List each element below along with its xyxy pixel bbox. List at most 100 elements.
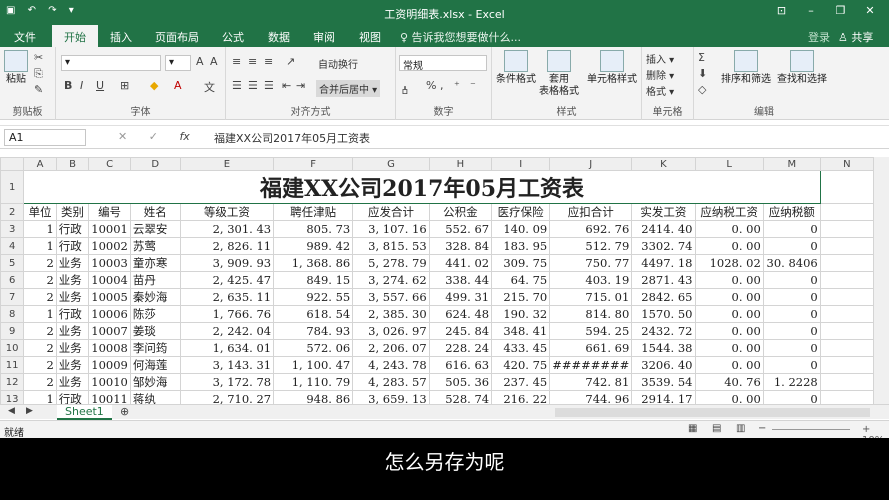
data-cell[interactable]: 922. 55 xyxy=(273,288,354,306)
middle-align-icon[interactable]: ≡ xyxy=(248,55,257,68)
column-header[interactable]: M xyxy=(762,157,821,171)
data-cell[interactable]: 0 xyxy=(762,339,821,357)
empty-cell[interactable] xyxy=(819,322,874,340)
header-cell[interactable]: 应发合计 xyxy=(352,203,430,221)
data-cell[interactable]: 0 xyxy=(762,288,821,306)
cell-styles-button[interactable]: 单元格样式 xyxy=(584,50,640,86)
data-cell[interactable]: 0. 00 xyxy=(694,220,764,238)
column-header[interactable]: L xyxy=(694,157,764,171)
data-cell[interactable]: 2 xyxy=(23,271,57,289)
data-cell[interactable]: 692. 76 xyxy=(549,220,633,238)
empty-cell[interactable] xyxy=(819,373,874,391)
data-cell[interactable]: 行政 xyxy=(55,220,90,238)
data-cell[interactable]: 1 xyxy=(23,220,57,238)
align-center-icon[interactable]: ☰ xyxy=(248,79,258,92)
data-cell[interactable]: 3302. 74 xyxy=(631,237,696,255)
empty-cell[interactable] xyxy=(819,237,874,255)
column-header[interactable]: I xyxy=(491,157,551,171)
data-cell[interactable]: 572. 06 xyxy=(273,339,354,357)
data-cell[interactable]: 5, 278. 79 xyxy=(352,254,430,272)
orientation-icon[interactable]: ↗ xyxy=(286,55,295,68)
fill-color-icon[interactable]: ◆ xyxy=(150,79,158,92)
vertical-scrollbar[interactable] xyxy=(874,157,889,404)
data-cell[interactable]: 1, 100. 47 xyxy=(273,356,354,374)
decrease-decimal-icon[interactable]: ⁻ xyxy=(470,79,476,92)
data-cell[interactable]: 2871. 43 xyxy=(631,271,696,289)
close-icon[interactable]: ✕ xyxy=(857,4,883,17)
column-header[interactable]: N xyxy=(819,157,874,171)
data-cell[interactable]: 苏莺 xyxy=(129,237,181,255)
data-cell[interactable]: 30. 8406 xyxy=(762,254,821,272)
data-cell[interactable]: 505. 36 xyxy=(428,373,493,391)
data-cell[interactable]: 3, 107. 16 xyxy=(352,220,430,238)
data-cell[interactable]: 10002 xyxy=(88,237,131,255)
data-cell[interactable]: 10011 xyxy=(88,390,131,404)
data-cell[interactable]: 948. 86 xyxy=(273,390,354,404)
clear-icon[interactable]: ◇ xyxy=(698,83,706,96)
data-cell[interactable]: 2842. 65 xyxy=(631,288,696,306)
row-header[interactable]: 3 xyxy=(0,220,25,238)
data-cell[interactable]: 10008 xyxy=(88,339,131,357)
data-cell[interactable]: 3, 274. 62 xyxy=(352,271,430,289)
data-cell[interactable]: 2, 710. 27 xyxy=(179,390,275,404)
data-cell[interactable]: 989. 42 xyxy=(273,237,354,255)
data-cell[interactable]: 618. 54 xyxy=(273,305,354,323)
data-cell[interactable]: 0 xyxy=(762,237,821,255)
autosum-icon[interactable]: Σ xyxy=(698,51,705,64)
tab-home[interactable]: 开始 xyxy=(52,25,98,47)
data-cell[interactable]: 4497. 18 xyxy=(631,254,696,272)
data-cell[interactable]: 业务 xyxy=(55,271,90,289)
horizontal-scrollbar[interactable] xyxy=(555,408,870,417)
data-cell[interactable]: 0 xyxy=(762,390,821,404)
cut-icon[interactable]: ✂ xyxy=(34,51,43,64)
column-header[interactable]: G xyxy=(352,157,430,171)
data-cell[interactable]: 10005 xyxy=(88,288,131,306)
data-cell[interactable]: 业务 xyxy=(55,288,90,306)
data-cell[interactable]: 4, 243. 78 xyxy=(352,356,430,374)
data-cell[interactable]: 2432. 72 xyxy=(631,322,696,340)
data-cell[interactable]: 216. 22 xyxy=(491,390,551,404)
data-cell[interactable]: 0 xyxy=(762,356,821,374)
header-cell[interactable]: 医疗保险 xyxy=(491,203,551,221)
data-cell[interactable]: 业务 xyxy=(55,356,90,374)
data-cell[interactable]: 805. 73 xyxy=(273,220,354,238)
data-cell[interactable]: 1544. 38 xyxy=(631,339,696,357)
empty-cell[interactable] xyxy=(819,203,874,221)
data-cell[interactable]: 237. 45 xyxy=(491,373,551,391)
column-header[interactable]: K xyxy=(631,157,696,171)
zoom-out-icon[interactable]: − xyxy=(758,423,766,434)
data-cell[interactable]: 0 xyxy=(762,220,821,238)
sort-filter-button[interactable]: 排序和筛选 xyxy=(718,50,774,86)
worksheet-grid[interactable]: A B C D E F G H I J K L M N 1 福建XX公司2017… xyxy=(0,157,874,404)
header-cell[interactable]: 应纳税额 xyxy=(762,203,821,221)
data-cell[interactable]: 业务 xyxy=(55,254,90,272)
data-cell[interactable]: 2, 635. 11 xyxy=(179,288,275,306)
phonetic-icon[interactable]: 文 xyxy=(204,79,215,95)
header-cell[interactable]: 聘任津贴 xyxy=(273,203,354,221)
data-cell[interactable]: 64. 75 xyxy=(491,271,551,289)
tab-review[interactable]: 审阅 xyxy=(313,29,335,45)
page-break-view-icon[interactable]: ▥ xyxy=(736,423,745,434)
data-cell[interactable]: 1028. 02 xyxy=(694,254,764,272)
data-cell[interactable]: 420. 75 xyxy=(491,356,551,374)
conditional-formatting-button[interactable]: 条件格式 xyxy=(494,50,538,86)
tell-me-search[interactable]: ♀ 告诉我您想要做什么... xyxy=(400,29,521,45)
data-cell[interactable]: 10004 xyxy=(88,271,131,289)
header-cell[interactable]: 姓名 xyxy=(129,203,181,221)
tab-page-layout[interactable]: 页面布局 xyxy=(155,29,199,45)
italic-icon[interactable]: I xyxy=(80,79,83,92)
data-cell[interactable]: 1570. 50 xyxy=(631,305,696,323)
data-cell[interactable]: 2, 385. 30 xyxy=(352,305,430,323)
format-painter-icon[interactable]: ✎ xyxy=(34,83,43,96)
data-cell[interactable]: 744. 96 xyxy=(549,390,633,404)
data-cell[interactable]: 499. 31 xyxy=(428,288,493,306)
data-cell[interactable]: 邹妙海 xyxy=(129,373,181,391)
insert-function-icon[interactable]: fx xyxy=(179,130,189,143)
data-cell[interactable]: 业务 xyxy=(55,322,90,340)
data-cell[interactable]: 228. 24 xyxy=(428,339,493,357)
data-cell[interactable]: 40. 76 xyxy=(694,373,764,391)
normal-view-icon[interactable]: ▦ xyxy=(688,423,697,434)
empty-cell[interactable] xyxy=(819,356,874,374)
merge-center-button[interactable]: 合并后居中 ▾ xyxy=(316,80,381,97)
data-cell[interactable]: 3206. 40 xyxy=(631,356,696,374)
